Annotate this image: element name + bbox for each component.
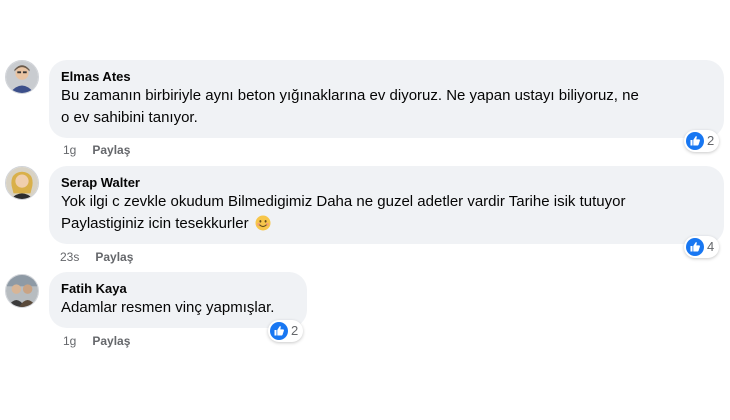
comment-bubble: Fatih Kaya Adamlar resmen vinç yapmışlar… — [49, 272, 307, 328]
share-link[interactable]: Paylaş — [92, 334, 130, 348]
avatar-image — [6, 275, 38, 307]
comment-text-line: Yok ilgi c zevkle okudum Bilmedigimiz Da… — [61, 193, 626, 210]
reaction-summary[interactable]: 2 — [684, 130, 720, 152]
share-link[interactable]: Paylaş — [92, 143, 130, 157]
reaction-count: 4 — [707, 239, 715, 254]
comment-timestamp[interactable]: 1g — [63, 143, 76, 157]
comment-text-line: Adamlar resmen vinç yapmışlar. — [61, 299, 275, 316]
comment-meta: 1g Paylaş — [63, 334, 130, 348]
comment-meta: 1g Paylaş — [63, 143, 130, 157]
like-icon — [270, 322, 288, 340]
avatar[interactable] — [5, 166, 39, 200]
like-icon — [686, 132, 704, 150]
reaction-count: 2 — [291, 323, 299, 338]
comment-author[interactable]: Serap Walter — [61, 174, 712, 191]
comment-text-line: Paylastiginiz icin tesekkurler — [61, 213, 712, 235]
smiling-face-emoji — [255, 215, 271, 231]
comment-bubble: Serap Walter Yok ilgi c zevkle okudum Bi… — [49, 166, 724, 244]
like-icon — [686, 238, 704, 256]
comment-timestamp[interactable]: 23s — [60, 250, 79, 264]
reaction-summary[interactable]: 4 — [684, 236, 720, 258]
avatar-image — [6, 167, 38, 199]
reaction-count: 2 — [707, 133, 715, 148]
comment-timestamp[interactable]: 1g — [63, 334, 76, 348]
avatar[interactable] — [5, 274, 39, 308]
comment-text-line: Bu zamanın birbiriyle aynı beton yığınak… — [61, 87, 639, 104]
comment-author[interactable]: Elmas Ates — [61, 68, 712, 85]
comment-meta: 23s Paylaş — [60, 250, 133, 264]
comment-text-line-content: Paylastiginiz icin tesekkurler — [61, 215, 249, 232]
comment-bubble: Elmas Ates Bu zamanın birbiriyle aynı be… — [49, 60, 724, 138]
avatar[interactable] — [5, 60, 39, 94]
share-link[interactable]: Paylaş — [95, 250, 133, 264]
avatar-image — [6, 61, 38, 93]
reaction-summary[interactable]: 2 — [268, 320, 304, 342]
comment-author[interactable]: Fatih Kaya — [61, 280, 295, 297]
comment-text-line: o ev sahibini tanıyor. — [61, 109, 198, 126]
